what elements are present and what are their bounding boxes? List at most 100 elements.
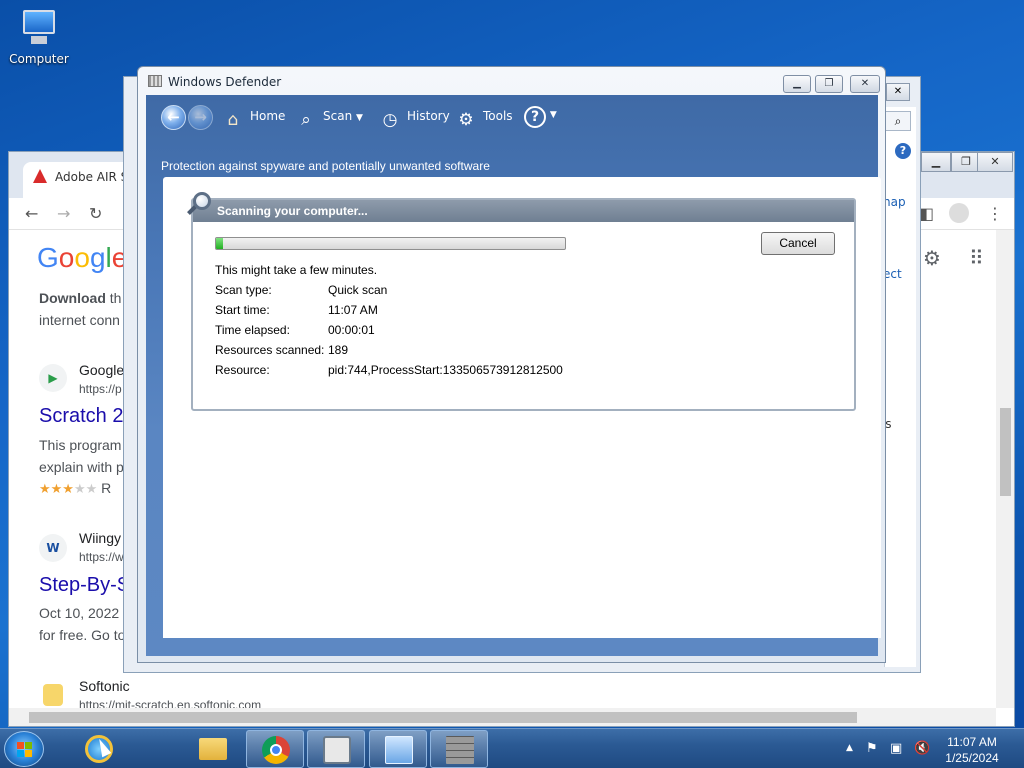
scan-status-box: Scanning your computer... Cancel This mi… (187, 192, 856, 411)
scan-field-label: Start time: (215, 303, 270, 317)
result-snippet-line: This program (39, 437, 122, 453)
background-link-fragment[interactable]: hap (883, 195, 906, 209)
volume-muted-icon[interactable]: 🔇 (914, 741, 930, 756)
scan-field-value: 189 (328, 343, 349, 357)
tools-gear-icon: ⚙ (458, 110, 474, 130)
control-panel-icon (385, 736, 413, 764)
windows-logo-icon (17, 742, 33, 758)
background-close-button[interactable]: ✕ (886, 83, 910, 101)
history-button[interactable]: ◷ History (380, 109, 450, 130)
folder-icon (199, 738, 227, 760)
result-title-link[interactable]: Step-By-S (39, 574, 130, 597)
result-snippet-line: explain with p (39, 459, 124, 475)
star-rating: ★★★★★ R (39, 480, 112, 496)
defender-maximize-button[interactable]: ❐ (815, 75, 843, 93)
forward-button[interactable]: → (188, 105, 213, 130)
scan-field-label: Resources scanned: (215, 343, 325, 357)
action-center-flag-icon[interactable]: ⚑ (866, 741, 878, 756)
defender-title: Windows Defender (168, 75, 282, 89)
scan-field-value: Quick scan (328, 283, 388, 297)
scan-button[interactable]: ⌕ Scan ▼ (296, 109, 363, 130)
taskbar-defender[interactable] (307, 730, 365, 768)
chrome-icon (262, 736, 290, 764)
forward-arrow-icon[interactable]: → (57, 204, 70, 223)
scan-field-value: pid:744,ProcessStart:133506573912812500 (328, 363, 563, 377)
scan-field-value: 00:00:01 (328, 323, 375, 337)
softonic-favicon (43, 684, 63, 706)
chrome-minimize-button[interactable]: ▁ (921, 152, 951, 172)
taskbar-clock[interactable]: 11:07 AM 1/25/2024 (940, 734, 1004, 766)
result-url: https://p (79, 382, 122, 396)
taskbar-explorer[interactable] (184, 730, 242, 768)
desktop-icon-label: Computer (9, 52, 69, 66)
show-hidden-icons-arrow[interactable]: ▲ (846, 743, 853, 753)
scan-dropdown-arrow-icon[interactable]: ▼ (356, 113, 363, 123)
google-logo: Google (37, 242, 128, 273)
defender-minimize-button[interactable]: ▁ (783, 75, 811, 93)
scan-field-label: Resource: (215, 363, 270, 377)
help-dropdown-arrow-icon[interactable]: ▼ (550, 110, 557, 120)
result-snippet: Download th (39, 290, 122, 306)
chrome-horizontal-scrollbar[interactable] (9, 708, 996, 726)
result-snippet-line: Oct 10, 2022 (39, 605, 120, 621)
result-url: https://mit-scratch.en.softonic.com (79, 698, 262, 708)
taskbar-control-panel[interactable] (369, 730, 427, 768)
apps-grid-icon[interactable]: ⠿ (969, 246, 984, 270)
star-icons: ★★★★★ (39, 481, 98, 496)
help-icon: ? (524, 106, 546, 128)
result-site: Softonic (79, 678, 130, 694)
magnifier-icon: ⌕ (301, 110, 311, 130)
result-site: Wiingy (79, 530, 122, 546)
sidepanel-icon[interactable]: ◧ (919, 204, 934, 223)
taskbar-firewall[interactable] (430, 730, 488, 768)
adobe-logo-icon (33, 169, 47, 183)
scan-progress-bar (215, 237, 566, 250)
result-snippet-line: for free. Go to (39, 627, 126, 643)
defender-taskbar-icon (323, 736, 351, 764)
scan-header: Scanning your computer... (193, 200, 854, 222)
defender-main: ← → ⌂ Home ⌕ Scan ▼ ◷ History ⚙ Tools ? ▼ Pr… (146, 95, 881, 656)
cancel-button[interactable]: Cancel (761, 232, 835, 255)
defender-titlebar[interactable]: Windows Defender ▁ ❐ ✕ (138, 67, 885, 95)
defender-app-icon (148, 75, 162, 87)
wiingy-favicon: W (39, 534, 67, 562)
chrome-close-button[interactable]: ✕ (977, 152, 1013, 172)
background-search-icon[interactable]: ⌕ (885, 111, 911, 131)
result-title-link[interactable]: Scratch 2 (39, 405, 123, 428)
back-arrow-icon[interactable]: ← (25, 204, 38, 223)
tab-title: Adobe AIR S (55, 170, 129, 184)
clock-time: 11:07 AM (947, 735, 997, 749)
scan-field-value: 11:07 AM (328, 303, 378, 317)
desktop-icon-computer[interactable]: Computer (8, 8, 70, 66)
taskbar: ▲ ⚑ ▣ 🔇 11:07 AM 1/25/2024 (0, 728, 1024, 768)
profile-avatar[interactable] (949, 203, 969, 223)
help-button[interactable]: ? ▼ (524, 106, 557, 128)
clock-date: 1/25/2024 (945, 751, 999, 765)
scan-progress-fill (216, 238, 223, 249)
chrome-vertical-scrollbar[interactable] (996, 230, 1014, 708)
taskbar-chrome[interactable] (246, 730, 304, 768)
history-clock-icon: ◷ (382, 110, 398, 130)
defender-subtitle: Protection against spyware and potential… (161, 159, 490, 173)
result-snippet-line: internet conn (39, 312, 120, 328)
network-icon[interactable]: ▣ (890, 741, 902, 756)
scan-field-label: Scan type: (215, 283, 272, 297)
settings-gear-icon[interactable]: ⚙ (923, 246, 941, 270)
result-url: https://w (79, 550, 124, 564)
defender-content-panel: Scanning your computer... Cancel This mi… (163, 177, 881, 638)
taskbar-ie[interactable] (70, 730, 128, 768)
home-button[interactable]: ⌂ Home (223, 109, 286, 130)
google-play-icon: ▶ (39, 364, 67, 392)
start-button[interactable] (4, 731, 44, 767)
windows-defender-window[interactable]: Windows Defender ▁ ❐ ✕ ← → ⌂ Home ⌕ Scan ▼… (137, 66, 886, 663)
chrome-menu-icon[interactable]: ⋮ (987, 204, 1003, 223)
firewall-brick-icon (446, 736, 474, 764)
scan-field-label: Time elapsed: (215, 323, 290, 337)
back-button[interactable]: ← (161, 105, 186, 130)
background-window-sidebar: ⌕ ? hap ect ss (879, 107, 916, 667)
home-icon: ⌂ (227, 110, 239, 130)
reload-icon[interactable]: ↻ (89, 204, 102, 223)
tools-button[interactable]: ⚙ Tools (456, 109, 512, 130)
background-help-icon[interactable]: ? (895, 143, 911, 159)
defender-close-button[interactable]: ✕ (850, 75, 880, 93)
